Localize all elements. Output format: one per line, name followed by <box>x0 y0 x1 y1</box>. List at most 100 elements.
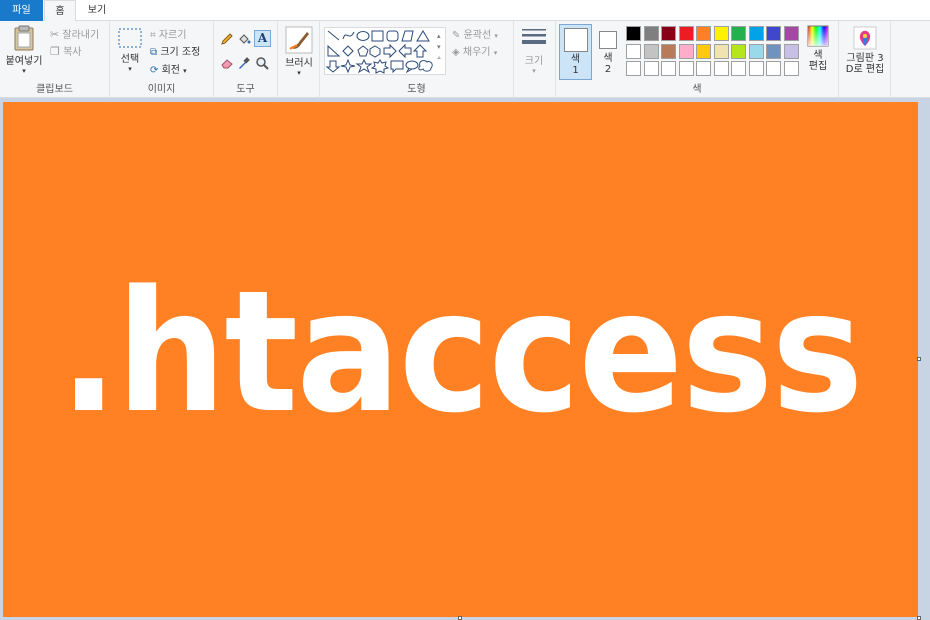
ribbon: 붙여넣기 ▾ ✂ 잘라내기 ❐ 복사 클립보드 선택 ▾ ⌗ 자르기 ⧉ 크기 … <box>0 21 930 98</box>
select-button[interactable]: 선택 ▾ <box>116 28 144 73</box>
paste-label: 붙여넣기 <box>5 56 43 67</box>
color1-button[interactable]: 색 1 <box>559 24 592 80</box>
chevron-down-icon: ▾ <box>128 65 132 73</box>
tools-group: A 도구 <box>214 21 278 98</box>
fill-button[interactable]: ◈ 채우기 ▾ <box>452 43 497 58</box>
color-picker-tool[interactable] <box>237 56 251 73</box>
drawing-canvas[interactable]: .htaccess <box>3 102 918 617</box>
edit-colors-label-b: 편집 <box>808 61 828 72</box>
tab-file[interactable]: 파일 <box>0 0 43 21</box>
clipboard-group-label: 클립보드 <box>36 84 73 95</box>
resize-label: 크기 조정 <box>160 47 201 58</box>
custom-color-swatch[interactable] <box>766 61 781 76</box>
cut-label: 잘라내기 <box>62 30 100 41</box>
brushes-button[interactable]: 브러시 ▾ <box>283 26 315 77</box>
scissors-icon: ✂ <box>50 28 60 41</box>
workspace: .htaccess <box>0 99 930 620</box>
canvas-resize-handle-bottom[interactable] <box>458 616 462 620</box>
custom-color-swatch[interactable] <box>748 61 764 76</box>
pencil-tool[interactable] <box>220 32 234 49</box>
fill-label: 채우기 <box>462 47 491 58</box>
copy-button[interactable]: ❐ 복사 <box>50 43 81 58</box>
canvas-text: .htaccess <box>59 254 863 450</box>
chevron-down-icon: ▾ <box>532 67 536 75</box>
paint3d-icon <box>853 26 877 50</box>
paste-button[interactable]: 붙여넣기 ▾ <box>3 25 45 79</box>
shapes-gallery-icon <box>325 30 433 74</box>
tab-view[interactable]: 보기 <box>80 0 114 21</box>
palette-swatch[interactable] <box>766 26 781 41</box>
edit-with-paint3d-button[interactable]: 그림판 3 D로 편집 <box>841 26 889 75</box>
palette-swatch[interactable] <box>748 43 764 59</box>
custom-color-swatch[interactable] <box>626 61 641 76</box>
custom-color-swatch[interactable] <box>643 61 659 76</box>
color-palette <box>626 26 801 78</box>
edit-colors-button[interactable]: 색 편집 <box>803 25 833 81</box>
palette-swatch[interactable] <box>626 26 641 41</box>
rotate-icon: ⟳ <box>150 65 159 76</box>
palette-swatch[interactable] <box>713 26 729 41</box>
chevron-down-icon: ▾ <box>297 69 301 77</box>
paint3d-label-1: 그림판 3 <box>846 53 884 64</box>
chevron-down-icon: ▾ <box>183 67 187 75</box>
eraser-tool[interactable] <box>220 56 234 73</box>
color1-label-a: 색 <box>570 54 581 65</box>
canvas-resize-handle-right[interactable] <box>917 357 921 361</box>
cut-button[interactable]: ✂ 잘라내기 <box>50 26 99 41</box>
chevron-down-icon: ▾ <box>494 32 498 40</box>
color2-label-b: 2 <box>604 64 612 75</box>
palette-swatch[interactable] <box>643 26 659 41</box>
rotate-button[interactable]: ⟳ 회전 ▾ <box>150 61 187 76</box>
shapes-gallery[interactable] <box>324 27 446 75</box>
palette-swatch[interactable] <box>713 43 729 59</box>
eyedropper-icon <box>239 57 250 69</box>
brushes-label: 브러시 <box>285 58 313 69</box>
line-width-icon <box>522 29 546 44</box>
palette-swatch[interactable] <box>731 26 746 41</box>
outline-button[interactable]: ✎ 윤곽선 ▾ <box>452 26 498 41</box>
palette-swatch[interactable] <box>783 43 799 59</box>
chevron-down-icon: ▾ <box>437 43 441 51</box>
palette-swatch[interactable] <box>661 43 676 59</box>
color2-button[interactable]: 색 2 <box>596 24 620 80</box>
edit-colors-label-a: 색 <box>813 50 823 61</box>
palette-swatch[interactable] <box>678 43 694 59</box>
color2-swatch <box>599 31 617 49</box>
fill-icon: ◈ <box>452 47 460 58</box>
custom-color-swatch[interactable] <box>783 61 799 76</box>
paint3d-label-2: D로 편집 <box>845 64 885 75</box>
tab-home[interactable]: 홈 <box>44 0 76 22</box>
custom-color-swatch[interactable] <box>661 61 676 76</box>
palette-swatch[interactable] <box>731 43 746 59</box>
palette-swatch[interactable] <box>696 26 711 41</box>
fill-tool[interactable] <box>237 32 251 49</box>
outline-label: 윤곽선 <box>463 30 492 41</box>
palette-swatch[interactable] <box>696 43 711 59</box>
custom-color-swatch[interactable] <box>731 61 746 76</box>
canvas-resize-handle-corner[interactable] <box>917 616 921 620</box>
magnifier-tool[interactable] <box>255 56 269 73</box>
size-group: 크기 ▾ <box>514 21 556 98</box>
image-group-label: 이미지 <box>147 84 176 95</box>
shapes-scroll[interactable]: ▴ ▾ ⩡ <box>437 31 441 64</box>
palette-swatch[interactable] <box>766 43 781 59</box>
custom-color-swatch[interactable] <box>696 61 711 76</box>
size-button[interactable]: 크기 ▾ <box>519 27 549 75</box>
brushes-group: 브러시 ▾ <box>278 21 320 98</box>
custom-color-swatch[interactable] <box>713 61 729 76</box>
crop-button[interactable]: ⌗ 자르기 <box>150 26 186 41</box>
palette-swatch[interactable] <box>748 26 764 41</box>
palette-swatch[interactable] <box>661 26 676 41</box>
clipboard-icon <box>14 25 34 51</box>
eraser-icon <box>221 59 233 69</box>
text-tool[interactable]: A <box>254 30 271 47</box>
resize-button[interactable]: ⧉ 크기 조정 <box>150 43 200 58</box>
chevron-up-icon: ▴ <box>437 32 441 40</box>
palette-swatch[interactable] <box>643 43 659 59</box>
palette-swatch[interactable] <box>678 26 694 41</box>
palette-swatch[interactable] <box>626 43 641 59</box>
color1-swatch <box>563 28 588 52</box>
palette-swatch[interactable] <box>783 26 799 41</box>
copy-label: 복사 <box>63 47 82 58</box>
custom-color-swatch[interactable] <box>678 61 694 76</box>
